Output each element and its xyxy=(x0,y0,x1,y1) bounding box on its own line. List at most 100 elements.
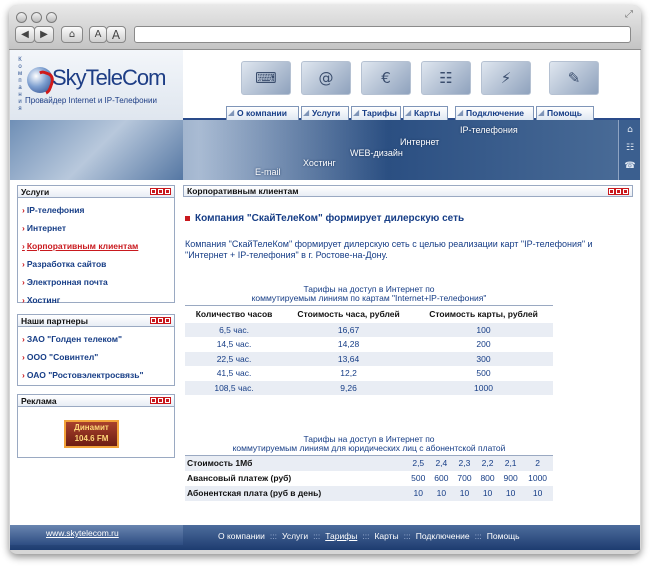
table-cell: 10 xyxy=(476,485,500,501)
footer-link-services[interactable]: Услуги xyxy=(282,531,308,541)
footer-link-tariffs[interactable]: Тарифы xyxy=(325,531,357,541)
footer-link-about[interactable]: О компании xyxy=(218,531,265,541)
banner-web-design: WEB-дизайн xyxy=(350,148,403,158)
footer-link-cards[interactable]: Карты xyxy=(374,531,398,541)
table-cell: 100 xyxy=(414,322,553,337)
table1-caption-line2: коммутируемым линиям по картам "Internet… xyxy=(251,293,487,303)
vertical-letter: и xyxy=(18,99,22,105)
table-cell: 10 xyxy=(522,485,553,501)
keyboard-icon: ⌨ xyxy=(241,61,291,95)
box-dots-icon xyxy=(150,397,171,404)
table-cell: 700 xyxy=(457,473,472,483)
news-headline: Компания "СкайТелеКом" формирует дилерск… xyxy=(185,213,464,224)
table-row: Стоимость 1Мб 2,5 2,4 2,3 2,2 2,1 2 xyxy=(185,455,553,471)
home-icon: ⌂ xyxy=(68,29,76,40)
header-banner: IP-телефония Интернет WEB-дизайн Хостинг… xyxy=(10,120,640,180)
sidebar-item-hosting[interactable]: Хостинг xyxy=(22,295,60,305)
minimize-window-button[interactable] xyxy=(31,12,42,23)
sitemap-icon[interactable]: ☷ xyxy=(624,143,636,153)
partner-link[interactable]: ОАО "Ростовэлектросвязь" xyxy=(22,370,144,380)
globe-icon xyxy=(27,67,53,93)
table-cell: 2,2 xyxy=(476,455,500,471)
table-cell: 10 xyxy=(499,485,523,501)
sidebar-item-web-development[interactable]: Разработка сайтов xyxy=(22,259,107,269)
table-row: 22,5 час. 13,64 300 xyxy=(185,351,553,366)
row-label: Абонентская плата (руб в день) xyxy=(185,485,407,501)
vertical-letter: а xyxy=(18,85,22,91)
ad-line-1: Динамит xyxy=(74,423,109,432)
footer-site-link[interactable]: www.skytelecom.ru xyxy=(46,528,119,538)
table-cell: 108,5 час. xyxy=(185,380,284,395)
house-icon[interactable]: ⌂ xyxy=(624,125,636,135)
sidebar-item-ip-telephony[interactable]: IP-телефония xyxy=(22,205,85,215)
sidebar-item-internet[interactable]: Интернет xyxy=(22,223,66,233)
table-cell: 1000 xyxy=(528,473,548,483)
resize-icon[interactable]: ⤢ xyxy=(625,9,633,20)
footer-separator: ::: xyxy=(474,531,482,541)
radio-ad-banner[interactable]: Динамит 104.6 FM xyxy=(64,420,119,448)
browser-toolbar: ⤢ ◀ ▶ ⌂ A A xyxy=(9,5,641,50)
text-smaller-button[interactable]: A xyxy=(89,26,107,43)
partners-title: Наши партнеры xyxy=(21,316,88,326)
vertical-letter: н xyxy=(18,92,22,98)
vertical-letter: К xyxy=(18,57,22,63)
legal-tariffs-table: Стоимость 1Мб 2,5 2,4 2,3 2,2 2,1 2 Аван… xyxy=(185,455,553,501)
close-window-button[interactable] xyxy=(16,12,27,23)
table-cell: 2,3 xyxy=(452,455,476,471)
tab-tariffs[interactable]: Тарифы xyxy=(351,106,401,120)
banner-email: E-mail xyxy=(255,167,281,177)
tab-cards[interactable]: Карты xyxy=(403,106,448,120)
vertical-letter: о xyxy=(18,64,22,70)
table-row: 41,5 час. 12,2 500 xyxy=(185,366,553,381)
row-label: Стоимость 1Мб xyxy=(185,455,407,471)
footer-separator: ::: xyxy=(269,531,277,541)
main-content: Корпоративным клиентам Компания "СкайТел… xyxy=(183,185,633,515)
footer-link-connection[interactable]: Подключение xyxy=(416,531,470,541)
tab-connection[interactable]: Подключение xyxy=(455,106,534,120)
text-larger-button[interactable]: A xyxy=(106,26,126,43)
address-bar[interactable] xyxy=(134,26,631,43)
box-dots-icon xyxy=(608,188,629,195)
home-button[interactable]: ⌂ xyxy=(61,26,83,43)
table-cell: 16,67 xyxy=(283,322,415,337)
zoom-window-button[interactable] xyxy=(46,12,57,23)
back-button[interactable]: ◀ xyxy=(15,26,35,43)
footer: www.skytelecom.ru О компании::: Услуги:::… xyxy=(10,525,640,550)
table-cell: 6,5 час. xyxy=(185,322,284,337)
table-row: 6,5 час. 16,67 100 xyxy=(185,322,553,337)
table-cell: 1000 xyxy=(414,380,553,395)
table-cell: 14,28 xyxy=(337,339,360,350)
text-larger-label: A xyxy=(111,27,121,42)
table-cell: 9,26 xyxy=(283,380,415,395)
services-box: Услуги IP-телефония Интернет Корпоративн… xyxy=(17,185,175,305)
partner-link[interactable]: ЗАО "Голден телеком" xyxy=(22,334,122,344)
forward-button[interactable]: ▶ xyxy=(34,26,54,43)
table-cell: 2,4 xyxy=(429,455,453,471)
table-cell: 200 xyxy=(476,339,491,350)
tab-help-label: Помощь xyxy=(547,108,582,118)
banner-left-image xyxy=(10,120,183,180)
logo-name: SkyTeleCom xyxy=(52,65,166,90)
partners-box: Наши партнеры ЗАО "Голден телеком" ООО "… xyxy=(17,314,175,386)
tab-about[interactable]: О компании xyxy=(226,106,299,120)
section-title: Корпоративным клиентам xyxy=(187,186,299,196)
table-header-row: Количество часов Стоимость часа, рублей … xyxy=(185,305,553,323)
table-cell: 10 xyxy=(429,485,453,501)
footer-link-help[interactable]: Помощь xyxy=(487,531,520,541)
banner-internet: Интернет xyxy=(400,137,440,147)
sidebar-item-corporate[interactable]: Корпоративным клиентам xyxy=(22,241,139,251)
ad-box: Реклама Динамит 104.6 FM xyxy=(17,394,175,458)
site-logo[interactable]: К о м п а н и я SkyTeleCom Провайдер Int… xyxy=(10,50,183,120)
tab-connection-label: Подключение xyxy=(466,108,525,118)
column-header-card-price: Стоимость карты, рублей xyxy=(414,305,553,323)
sidebar-item-email[interactable]: Электронная почта xyxy=(22,277,108,287)
table-cell: 500 xyxy=(476,368,491,379)
tab-help[interactable]: Помощь xyxy=(536,106,594,120)
phone-icon[interactable]: ☎ xyxy=(624,161,636,171)
vertical-letter: м xyxy=(17,71,23,77)
tab-services[interactable]: Услуги xyxy=(301,106,349,120)
vertical-letter: я xyxy=(18,106,22,112)
table-cell: 800 xyxy=(480,473,495,483)
partner-link[interactable]: ООО "Совинтел" xyxy=(22,352,98,362)
text-smaller-label: A xyxy=(94,29,102,40)
